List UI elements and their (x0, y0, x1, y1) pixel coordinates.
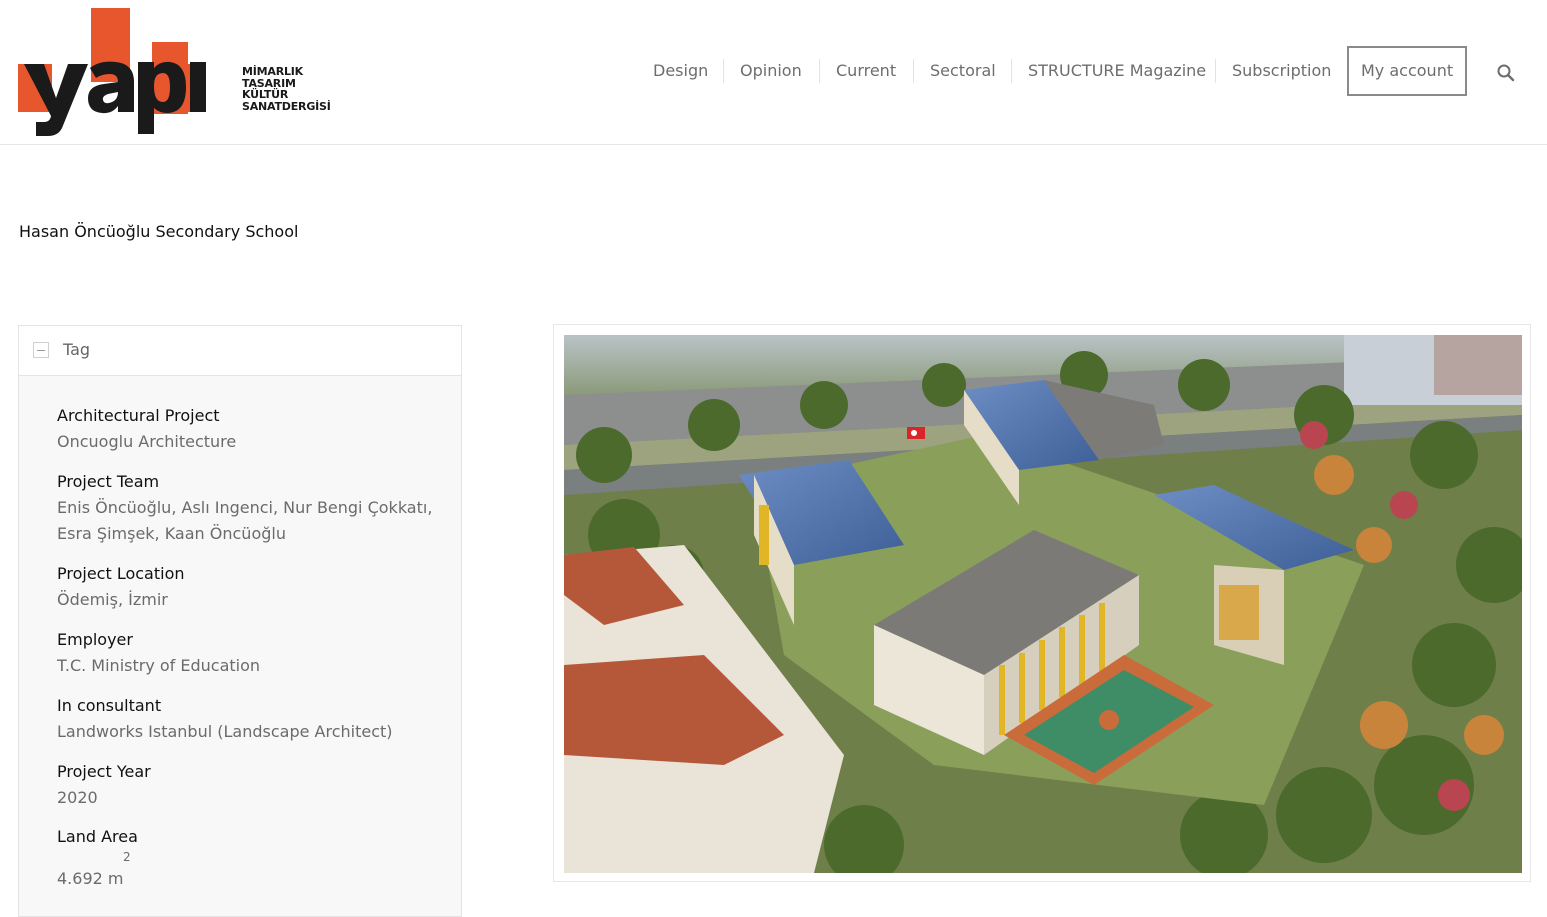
field-value: Ödemiş, İzmir (57, 590, 168, 609)
field-label: Employer (57, 630, 133, 649)
collapse-icon[interactable] (33, 342, 49, 358)
field-value: Esra Şimşek, Kaan Öncüoğlu (57, 524, 286, 543)
search-icon[interactable] (1496, 63, 1516, 83)
field-architectural-project: Architectural Project Oncuoglu Architect… (57, 403, 236, 455)
field-label: Project Year (57, 762, 151, 781)
nav-item-sectoral[interactable]: Sectoral (930, 46, 996, 96)
field-project-location: Project Location Ödemiş, İzmir (57, 561, 185, 613)
field-label: Project Team (57, 472, 160, 491)
tagline-line: SANATDERGİSİ (242, 99, 331, 113)
nav-item-current[interactable]: Current (836, 46, 896, 96)
field-value: T.C. Ministry of Education (57, 656, 261, 675)
field-value: Enis Öncüoğlu, Aslı Ingenci, Nur Bengi Ç… (57, 498, 433, 517)
area-superscript: 2 (123, 850, 131, 864)
my-account-button[interactable]: My account (1347, 46, 1468, 96)
project-image-frame (553, 324, 1531, 882)
field-project-team: Project Team Enis Öncüoğlu, Aslı Ingenci… (57, 469, 432, 547)
nav-divider (1215, 59, 1216, 83)
field-land-area: Land Area 4.692 m2 (57, 824, 138, 892)
tag-panel-header[interactable]: Tag (19, 326, 461, 376)
land-area-value: 4.692 m (57, 869, 124, 888)
site-header: MİMARLIK TASARIM KÜLTÜR SANATDERGİSİ Des… (0, 0, 1547, 145)
nav-item-design[interactable]: Design (653, 46, 708, 96)
nav-divider (1011, 59, 1012, 83)
field-value: 2020 (57, 788, 98, 807)
field-label: Architectural Project (57, 406, 220, 425)
field-label: In consultant (57, 696, 162, 715)
field-project-year: Project Year 2020 (57, 759, 151, 811)
nav-item-opinion[interactable]: Opinion (740, 46, 802, 96)
field-in-consultant: In consultant Landworks Istanbul (Landsc… (57, 693, 393, 745)
tag-panel: Tag Architectural Project Oncuoglu Archi… (18, 325, 462, 917)
field-label: Project Location (57, 564, 185, 583)
nav-item-structure-magazine[interactable]: STRUCTURE Magazine (1028, 46, 1206, 96)
field-value: Landworks Istanbul (Landscape Architect) (57, 722, 393, 741)
project-aerial-image[interactable] (564, 335, 1522, 873)
nav-divider (723, 59, 724, 83)
nav-divider (819, 59, 820, 83)
field-value: 4.692 m 2 (57, 850, 138, 892)
field-value: Oncuoglu Architecture (57, 432, 237, 451)
page-title: Hasan Öncüoğlu Secondary School (19, 222, 299, 241)
aerial-render-illustration (564, 335, 1522, 873)
main-nav: Design Opinion Current Sectoral STRUCTUR… (0, 46, 1547, 96)
field-employer: Employer T.C. Ministry of Education (57, 627, 260, 679)
tag-panel-title: Tag (63, 340, 91, 359)
nav-divider (913, 59, 914, 83)
nav-item-subscription[interactable]: Subscription (1232, 46, 1331, 96)
